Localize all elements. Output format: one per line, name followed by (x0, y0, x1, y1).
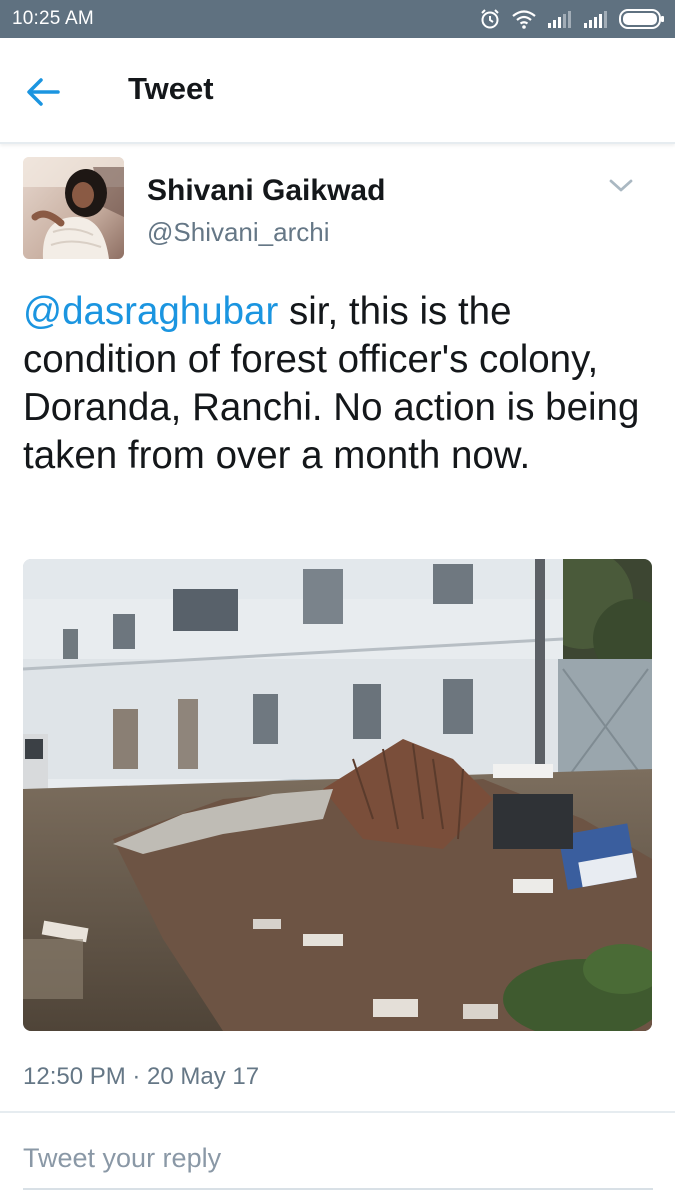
mention-link[interactable]: @dasraghubar (23, 290, 278, 333)
avatar[interactable] (23, 157, 124, 259)
reply-underline (23, 1188, 653, 1190)
page-title: Tweet (128, 71, 214, 106)
signal-icon (583, 10, 609, 28)
status-icons (479, 6, 665, 32)
chevron-down-icon (604, 179, 638, 204)
tweet-photo[interactable] (23, 559, 652, 1031)
alarm-icon (479, 8, 501, 30)
back-button[interactable] (22, 72, 70, 112)
back-arrow-icon (22, 78, 62, 116)
tweet-timestamp: 12:50 PM · 20 May 17 (23, 1063, 260, 1090)
tweet-text: @dasraghubar sir, this is the condition … (23, 288, 653, 480)
app-bar: Tweet (0, 38, 675, 144)
divider (0, 1111, 675, 1113)
signal-icon (547, 10, 573, 28)
tweet-options-button[interactable] (604, 172, 638, 200)
wifi-icon (511, 9, 537, 29)
author-display-name[interactable]: Shivani Gaikwad (147, 174, 385, 208)
reply-input[interactable] (23, 1140, 653, 1176)
author-handle[interactable]: @Shivani_archi (147, 217, 329, 248)
battery-icon (619, 8, 665, 30)
status-time: 10:25 AM (12, 8, 94, 29)
status-bar: 10:25 AM (0, 0, 675, 38)
